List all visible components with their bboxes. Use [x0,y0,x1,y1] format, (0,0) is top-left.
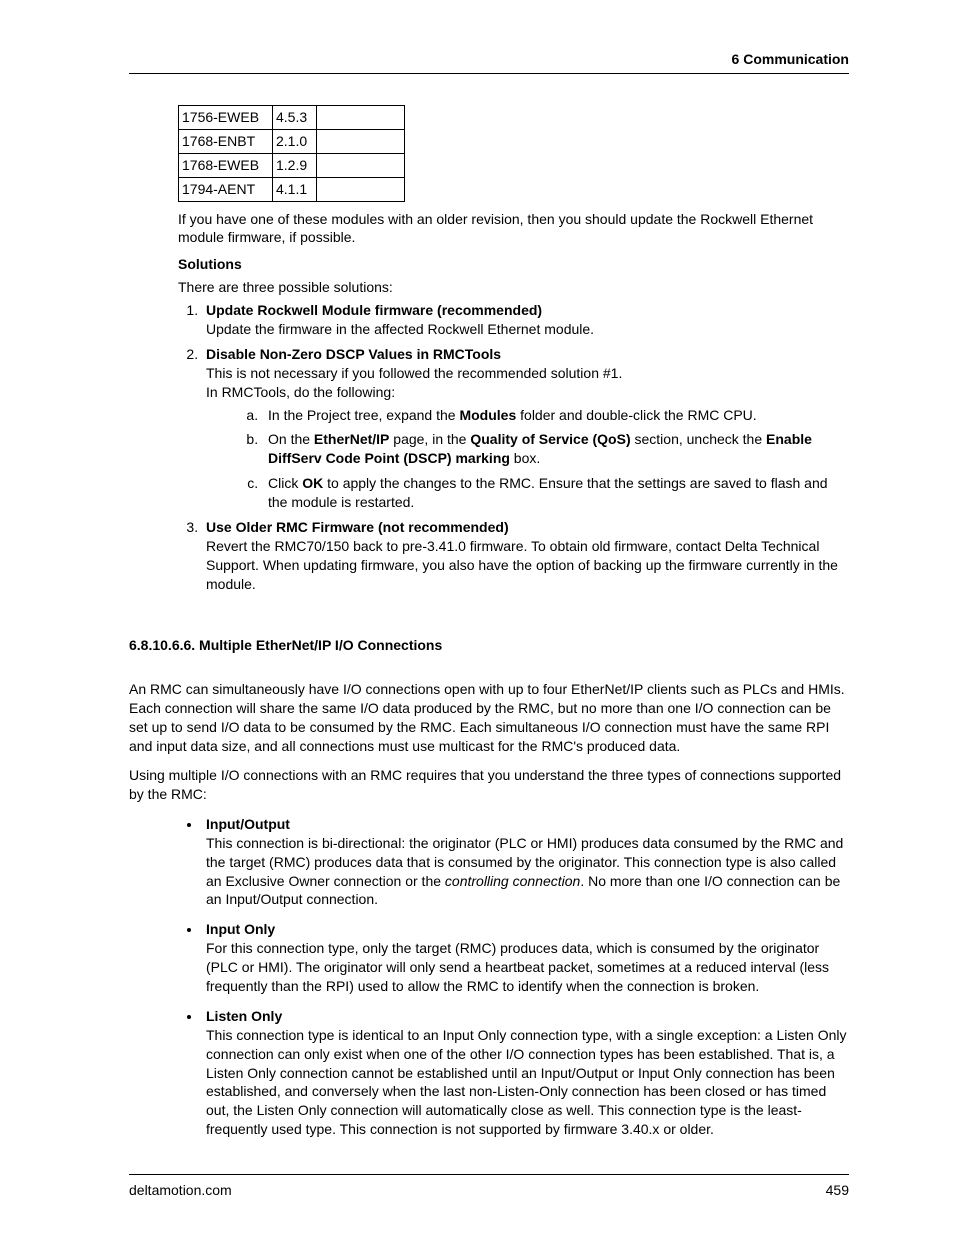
solution-body-line: This is not necessary if you followed th… [206,365,622,381]
after-table-paragraph: If you have one of these modules with an… [178,210,849,248]
header-section: 6 Communication [732,51,849,67]
ethernet-ip-label: EtherNet/IP [314,431,389,447]
solutions-intro: There are three possible solutions: [178,278,849,297]
text: Click [268,475,302,491]
solution-title: Use Older RMC Firmware (not recommended) [206,519,509,535]
body-paragraph: Using multiple I/O connections with an R… [129,766,849,804]
connection-types-list: Input/Output This connection is bi-direc… [129,814,849,1139]
sub-step: Click OK to apply the changes to the RMC… [262,474,849,512]
connection-type-body: This connection is bi-directional: the o… [206,835,843,908]
module-name-cell: 1768-EWEB [179,153,273,177]
ok-button-label: OK [302,475,323,491]
module-rev-cell: 4.1.1 [273,177,317,201]
connection-type-body: For this connection type, only the targe… [206,940,829,994]
solution-title: Disable Non-Zero DSCP Values in RMCTools [206,346,501,362]
text: On the [268,431,314,447]
connection-type-item: Input Only For this connection type, onl… [202,919,849,996]
connection-type-body: This connection type is identical to an … [206,1027,846,1137]
module-rev-cell: 1.2.9 [273,153,317,177]
solutions-heading: Solutions [178,255,849,274]
solution-sublist: In the Project tree, expand the Modules … [206,406,849,512]
text: In the Project tree, expand the [268,407,459,423]
section-heading: 6.8.10.6.6. Multiple EtherNet/IP I/O Con… [129,636,849,655]
module-rev-cell: 4.5.3 [273,106,317,130]
module-rev-cell: 2.1.0 [273,129,317,153]
sub-step: On the EtherNet/IP page, in the Quality … [262,430,849,468]
connection-type-title: Input/Output [206,816,290,832]
running-header: 6 Communication [129,50,849,74]
solution-item: Use Older RMC Firmware (not recommended)… [202,518,849,594]
table-row: 1768-ENBT 2.1.0 [179,129,405,153]
body-paragraph: An RMC can simultaneously have I/O conne… [129,680,849,756]
table-row: 1768-EWEB 1.2.9 [179,153,405,177]
solution-body-line: In RMCTools, do the following: [206,384,395,400]
module-revision-table: 1756-EWEB 4.5.3 1768-ENBT 2.1.0 1768-EWE… [178,105,405,202]
text: box. [510,450,540,466]
connection-type-item: Listen Only This connection type is iden… [202,1006,849,1139]
content-area: 1756-EWEB 4.5.3 1768-ENBT 2.1.0 1768-EWE… [129,105,849,1139]
module-note-cell [317,177,405,201]
table-row: 1794-AENT 4.1.1 [179,177,405,201]
module-note-cell [317,129,405,153]
page-container: 6 Communication 1756-EWEB 4.5.3 1768-ENB… [0,0,954,1235]
text: to apply the changes to the RMC. Ensure … [268,475,828,510]
module-note-cell [317,153,405,177]
connection-type-title: Input Only [206,921,275,937]
table-row: 1756-EWEB 4.5.3 [179,106,405,130]
module-name-cell: 1794-AENT [179,177,273,201]
solution-item: Update Rockwell Module firmware (recomme… [202,301,849,339]
text: folder and double-click the RMC CPU. [516,407,756,423]
footer-page-number: 459 [826,1181,849,1200]
module-name-cell: 1756-EWEB [179,106,273,130]
qos-label: Quality of Service (QoS) [470,431,630,447]
footer-site: deltamotion.com [129,1181,232,1200]
modules-label: Modules [459,407,516,423]
page-footer: deltamotion.com 459 [129,1174,849,1200]
solutions-list: Update Rockwell Module firmware (recomme… [129,301,849,593]
solution-title: Update Rockwell Module firmware (recomme… [206,302,542,318]
controlling-connection-term: controlling connection [445,873,580,889]
module-note-cell [317,106,405,130]
solution-body: Revert the RMC70/150 back to pre-3.41.0 … [206,538,838,592]
text: page, in the [389,431,470,447]
connection-type-item: Input/Output This connection is bi-direc… [202,814,849,909]
solution-body: Update the firmware in the affected Rock… [206,321,594,337]
solution-item: Disable Non-Zero DSCP Values in RMCTools… [202,345,849,512]
text: section, uncheck the [631,431,766,447]
module-name-cell: 1768-ENBT [179,129,273,153]
connection-type-title: Listen Only [206,1008,282,1024]
sub-step: In the Project tree, expand the Modules … [262,406,849,425]
